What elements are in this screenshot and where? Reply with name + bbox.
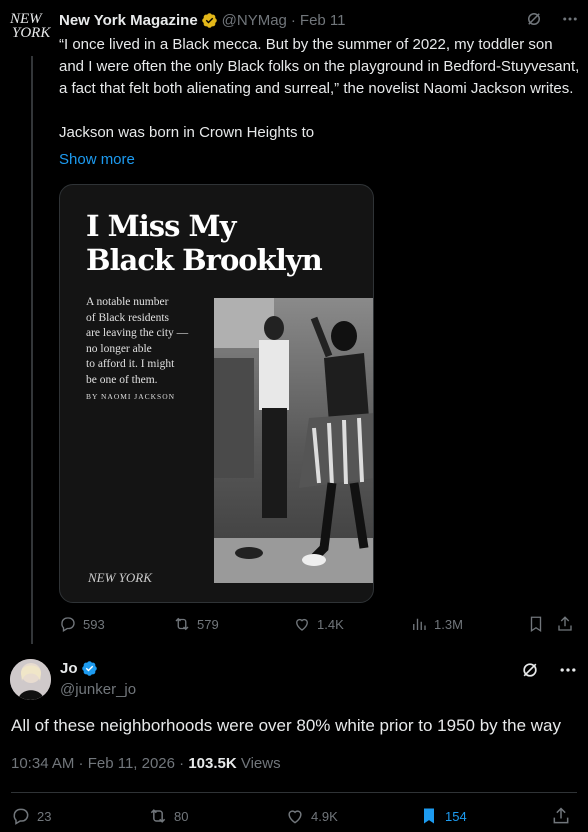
avatar[interactable] bbox=[10, 659, 51, 700]
more-options-icon[interactable] bbox=[558, 660, 578, 680]
views-label: Views bbox=[236, 755, 281, 772]
header-icons bbox=[520, 660, 578, 680]
author-handle[interactable]: @NYMag bbox=[222, 12, 287, 29]
reply-button[interactable]: 593 bbox=[59, 615, 105, 633]
cover-nymag-logo: NEW YORK bbox=[88, 570, 152, 585]
cover-title-line-1: I Miss My bbox=[86, 209, 236, 243]
bookmark-button[interactable]: 154 bbox=[419, 806, 467, 826]
grok-icon[interactable] bbox=[525, 10, 543, 28]
bookmark-button[interactable] bbox=[527, 615, 545, 633]
heart-icon bbox=[288, 810, 302, 824]
views-count: 103.5K bbox=[188, 755, 237, 772]
separator-dot: · bbox=[290, 11, 296, 29]
cover-title: I Miss My Black Brooklyn bbox=[86, 209, 323, 277]
bookmark-icon bbox=[530, 616, 542, 633]
bookmark-filled-icon bbox=[424, 808, 434, 824]
repost-button[interactable]: 80 bbox=[148, 806, 188, 826]
repost-count: 80 bbox=[174, 808, 189, 824]
header-icons bbox=[525, 10, 579, 28]
cover-photo-dancers bbox=[214, 298, 373, 583]
like-button[interactable]: 4.9K bbox=[285, 806, 338, 826]
share-icon bbox=[553, 807, 569, 824]
like-count: 4.9K bbox=[311, 808, 338, 824]
tweet-text: All of these neighborhoods were over 80%… bbox=[11, 716, 561, 735]
repost-icon bbox=[175, 617, 189, 631]
tweet-media-image[interactable]: I Miss My Black Brooklyn A notable numbe… bbox=[59, 184, 374, 603]
heart-icon bbox=[296, 618, 308, 631]
like-button[interactable]: 1.4K bbox=[293, 615, 344, 633]
author-name[interactable]: New York Magazine bbox=[59, 12, 198, 29]
cover-subtitle: A notable number of Black residents are … bbox=[86, 296, 189, 386]
parent-tweet-actions: 593 579 1.4K 1.3M bbox=[59, 615, 579, 637]
repost-count: 579 bbox=[197, 616, 219, 632]
views-count: 1.3M bbox=[434, 616, 463, 632]
verified-gold-badge-icon bbox=[201, 12, 217, 28]
avatar-logo-text-top: NEW bbox=[10, 11, 42, 27]
reply-count: 23 bbox=[37, 808, 52, 824]
tweet-metadata: 10:34 AM · Feb 11, 2026 · 103.5K Views bbox=[11, 755, 281, 772]
cover-byline: BY NAOMI JACKSON bbox=[86, 392, 176, 401]
tweet-actions: 23 80 4.9K 154 bbox=[11, 806, 581, 828]
parent-tweet-header: New York Magazine @NYMag · Feb 11 bbox=[59, 10, 579, 30]
parent-tweet-text: “I once lived in a Black mecca. But by t… bbox=[59, 36, 580, 141]
views-button[interactable]: 1.3M bbox=[410, 615, 463, 633]
nymag-avatar[interactable]: NEW YORK bbox=[10, 12, 52, 52]
divider bbox=[11, 792, 577, 793]
bookmark-count: 154 bbox=[445, 808, 467, 824]
share-icon bbox=[558, 616, 572, 631]
verified-blue-badge-icon bbox=[81, 661, 97, 676]
reply-button[interactable]: 23 bbox=[11, 806, 51, 826]
author-name-row: Jo bbox=[60, 660, 98, 677]
author-name[interactable]: Jo bbox=[60, 660, 78, 677]
tweet-timestamp[interactable]: 10:34 AM · Feb 11, 2026 · bbox=[11, 755, 188, 772]
share-button[interactable] bbox=[551, 806, 571, 826]
avatar-logo-text-bottom: YORK bbox=[12, 25, 51, 41]
reply-count: 593 bbox=[83, 616, 105, 632]
like-count: 1.4K bbox=[317, 616, 344, 632]
tweet-date[interactable]: Feb 11 bbox=[300, 12, 346, 29]
author-handle[interactable]: @junker_jo bbox=[60, 681, 136, 698]
repost-icon bbox=[150, 809, 166, 823]
share-button[interactable] bbox=[556, 615, 574, 633]
thread-connector-line bbox=[31, 56, 33, 644]
more-options-icon[interactable] bbox=[561, 10, 579, 28]
grok-icon[interactable] bbox=[520, 660, 540, 680]
repost-button[interactable]: 579 bbox=[173, 615, 219, 633]
reply-icon bbox=[61, 617, 75, 632]
views-bars-icon bbox=[413, 618, 426, 630]
show-more-link[interactable]: Show more bbox=[59, 151, 135, 168]
reply-icon bbox=[13, 808, 29, 825]
cover-title-line-2: Black Brooklyn bbox=[86, 243, 323, 277]
avatar-image bbox=[10, 659, 51, 700]
